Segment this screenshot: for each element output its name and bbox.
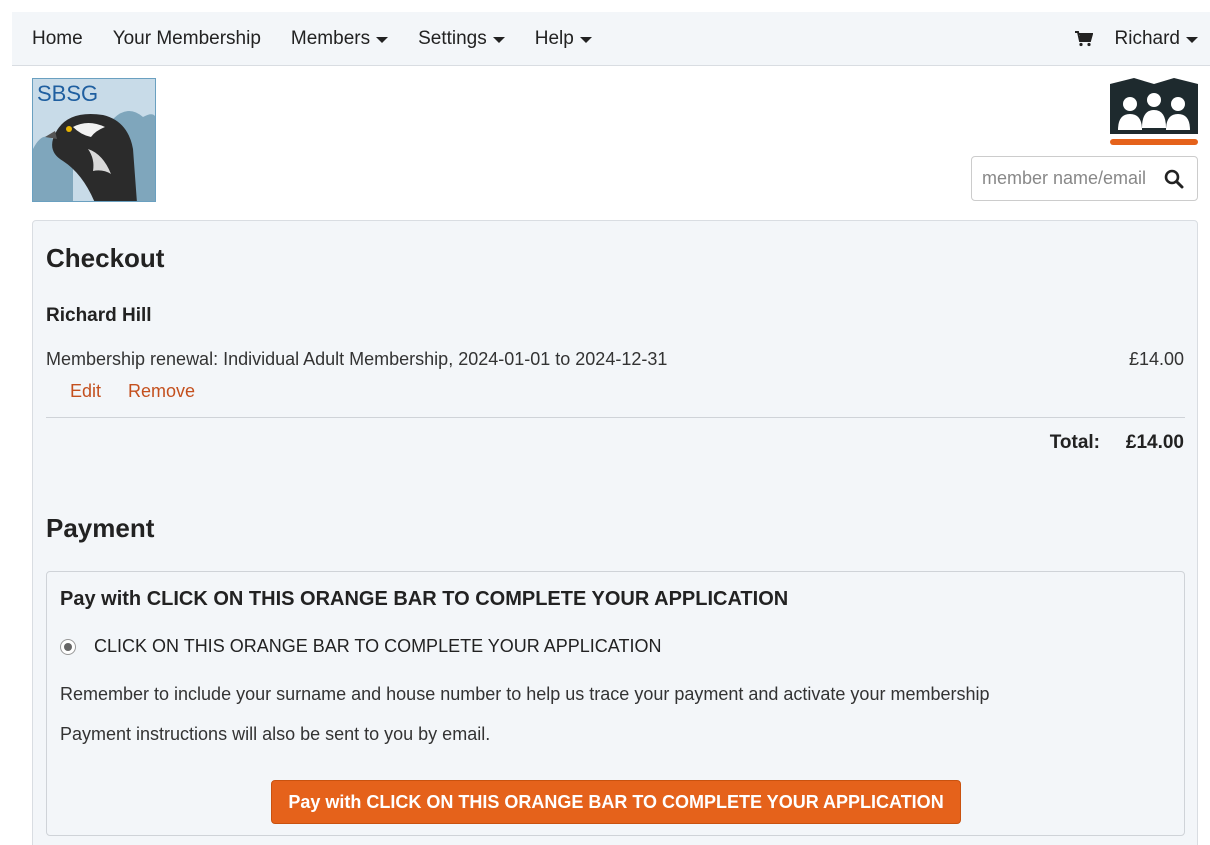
payment-option-label: CLICK ON THIS ORANGE BAR TO COMPLETE YOU… [94,636,662,656]
payment-note-reference: Remember to include your surname and hou… [60,684,990,704]
checkout-title: Checkout [46,243,165,273]
member-search [971,156,1198,201]
edit-link[interactable]: Edit [70,381,101,402]
user-menu[interactable]: Richard [1115,28,1198,50]
nav-item-home[interactable]: Home [32,28,83,50]
nav-item-label: Help [534,27,574,49]
line-item-description: Membership renewal: Individual Adult Mem… [46,349,668,369]
member-name: Richard Hill [46,305,152,326]
top-navbar: Home Your Membership Members Settings He… [12,12,1210,66]
divider [46,417,1185,418]
line-item-price: £14.00 [1128,349,1184,369]
payment-method-box: Pay with CLICK ON THIS ORANGE BAR TO COM… [46,571,1185,836]
nav-menu: Home Your Membership Members Settings He… [12,28,622,50]
caret-down-icon [492,36,505,43]
organisation-logo[interactable]: SBSG [32,78,156,202]
total-value: £14.00 [1125,432,1184,453]
pay-button[interactable]: Pay with CLICK ON THIS ORANGE BAR TO COM… [271,780,961,824]
nav-item-label: Settings [418,27,487,49]
checkout-panel: Checkout Richard Hill Membership renewal… [32,220,1198,845]
nav-item-help[interactable]: Help [535,28,592,50]
caret-down-icon [376,36,389,43]
total-label: Total: [1049,432,1100,453]
payment-note-email: Payment instructions will also be sent t… [60,724,491,744]
remove-link[interactable]: Remove [128,381,195,402]
payment-option-radio[interactable] [60,638,76,655]
payment-title: Payment [46,513,155,543]
nav-item-settings[interactable]: Settings [418,28,505,50]
nav-item-members[interactable]: Members [290,27,389,50]
caret-down-icon [1186,37,1198,43]
nav-item-your-membership[interactable]: Your Membership [113,28,261,50]
members-group-icon[interactable] [1110,78,1198,148]
payment-method-heading: Pay with CLICK ON THIS ORANGE BAR TO COM… [60,588,789,610]
nav-item-label: Your Membership [112,27,261,49]
user-menu-label: Richard [1114,28,1180,49]
logo-image: SBSG [33,79,155,201]
search-icon[interactable] [1164,169,1184,189]
shopping-cart-icon[interactable] [1074,31,1093,47]
nav-item-label: Members [290,27,371,49]
caret-down-icon [579,36,592,43]
logo-text: SBSG [37,81,98,106]
payment-option[interactable]: CLICK ON THIS ORANGE BAR TO COMPLETE YOU… [60,636,661,657]
member-search-input[interactable] [972,168,1162,189]
nav-right: Richard [1074,12,1198,66]
nav-item-label: Home [32,27,83,49]
